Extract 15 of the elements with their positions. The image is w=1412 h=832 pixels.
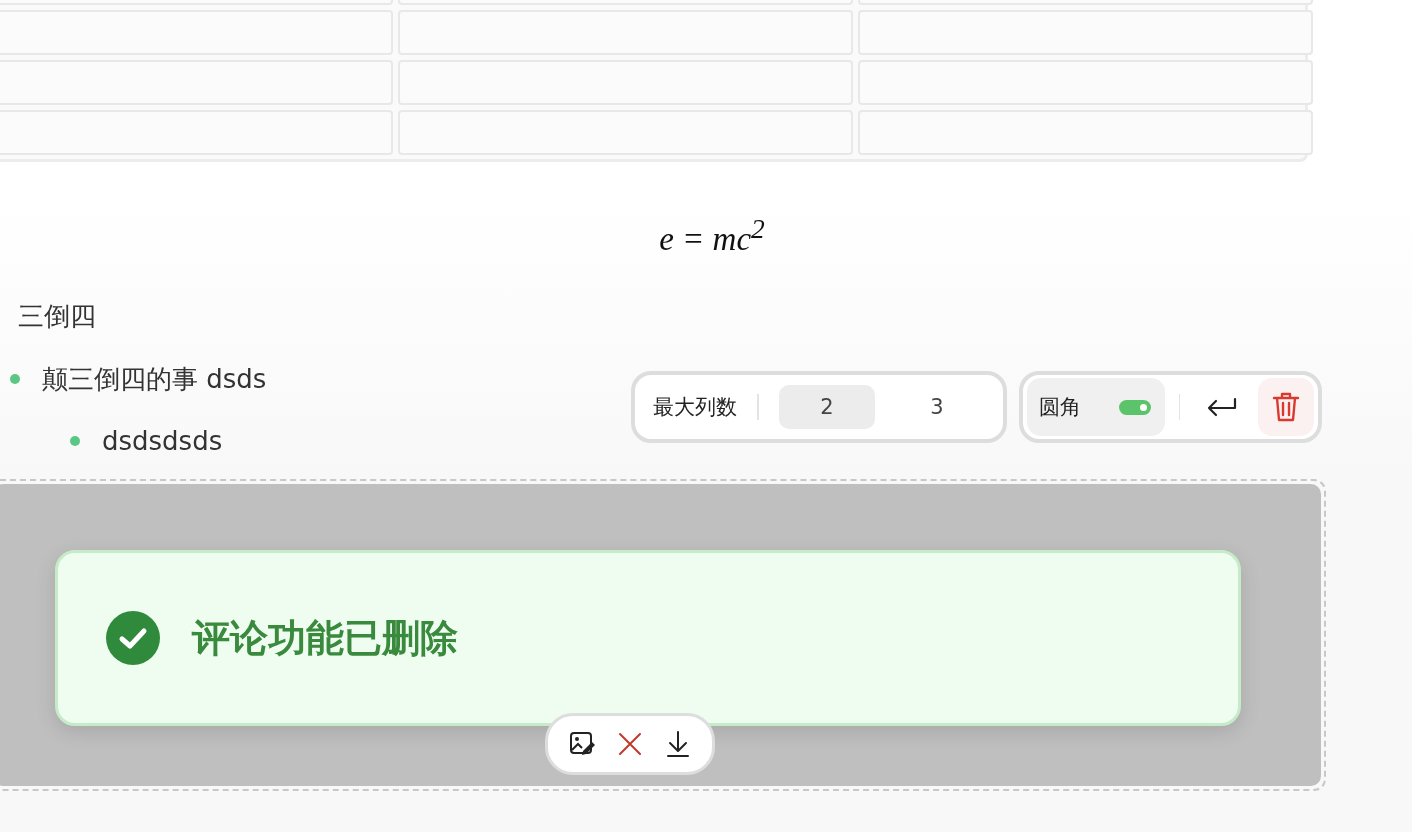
rounded-setting[interactable]: 圆角 (1027, 378, 1165, 436)
columns-label: 最大列数 (653, 394, 737, 421)
column-option[interactable]: 3 (889, 385, 985, 429)
paragraph: 三倒四 (18, 300, 97, 333)
check-icon (106, 611, 160, 665)
list-item: dsdsdsds (102, 426, 223, 456)
column-option[interactable]: 2 (779, 385, 875, 429)
rounded-label: 圆角 (1039, 394, 1081, 421)
bullet-icon (70, 436, 80, 446)
toast-message: 评论功能已删除 (192, 614, 458, 662)
rounded-toggle[interactable] (1118, 399, 1151, 415)
formula: e = mc$^{2}$ (659, 212, 765, 258)
bullet-icon (10, 374, 20, 384)
delete-icon[interactable] (1258, 378, 1314, 436)
list-item: 颠三倒四的事 dsds (42, 362, 267, 396)
